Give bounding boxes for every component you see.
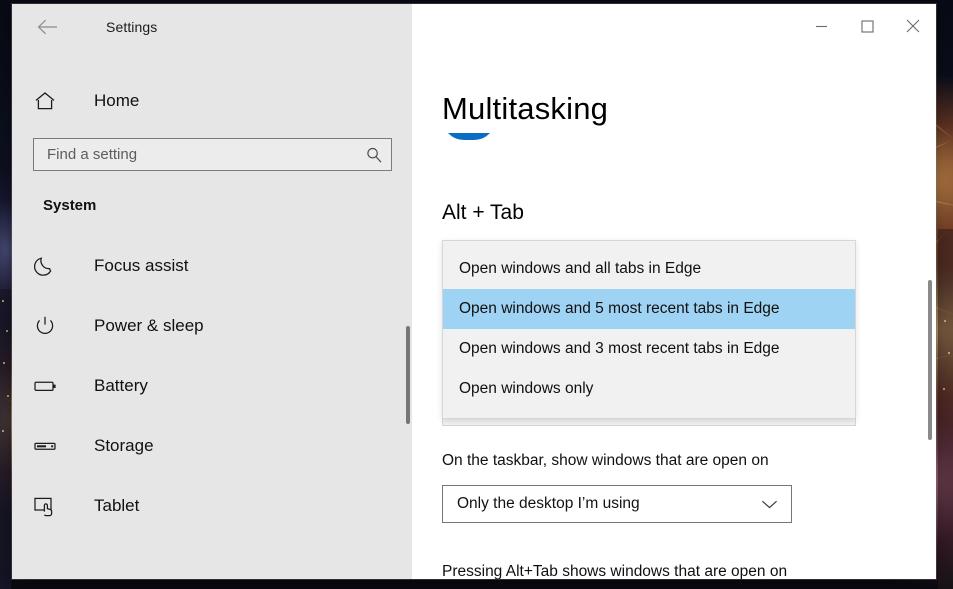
sidebar-item-battery[interactable]: Battery <box>12 356 412 416</box>
maximize-button[interactable] <box>844 4 890 48</box>
content-scrollbar-thumb[interactable] <box>928 280 932 440</box>
search-box[interactable] <box>33 138 392 171</box>
sidebar-item-label: Power & sleep <box>94 316 204 335</box>
tablet-touch-icon <box>34 495 68 517</box>
search-button[interactable] <box>357 139 391 170</box>
taskbar-combobox[interactable]: Only the desktop I’m using <box>442 485 792 523</box>
battery-icon <box>34 377 68 395</box>
search-icon <box>367 147 382 163</box>
sidebar-item-focus-assist[interactable]: Focus assist <box>12 236 412 296</box>
moon-icon <box>34 255 68 277</box>
storage-drive-icon <box>34 437 68 455</box>
back-arrow-icon <box>37 19 57 35</box>
sidebar-item-label: Focus assist <box>94 256 189 275</box>
alt-tab-option-selected[interactable]: Open windows and 5 most recent tabs in E… <box>443 289 855 329</box>
alt-tab-section-heading: Alt + Tab <box>442 201 524 224</box>
alt-tab-option[interactable]: Open windows and all tabs in Edge <box>443 249 855 289</box>
alt-tab-option[interactable]: Open windows and 3 most recent tabs in E… <box>443 329 855 369</box>
sidebar-item-label: Tablet <box>94 496 140 515</box>
taskbar-setting-label: On the taskbar, show windows that are op… <box>442 452 769 469</box>
taskbar-combobox-value: Only the desktop I’m using <box>457 495 640 512</box>
close-icon <box>906 19 920 33</box>
content-scrollbar[interactable] <box>922 4 936 579</box>
minimize-icon <box>815 25 827 27</box>
sidebar-group-title: System <box>43 197 97 214</box>
window-controls <box>798 4 936 48</box>
maximize-icon <box>860 19 874 33</box>
screen: Settings Home Find a setting System Focu… <box>0 0 953 589</box>
sidebar-item-list: Focus assist Power & sleep Battery Stora… <box>12 236 412 536</box>
alt-tab-dropdown-list[interactable]: Open windows and all tabs in Edge Open w… <box>442 240 856 419</box>
sidebar-item-label: Battery <box>94 376 148 395</box>
sidebar-item-home-label: Home <box>94 91 140 110</box>
settings-content-pane: On Multitasking Alt + Tab Open windows a… <box>412 4 936 579</box>
window-title: Settings <box>106 19 158 35</box>
sidebar-item-storage[interactable]: Storage <box>12 416 412 476</box>
page-title: Multitasking <box>442 88 609 133</box>
alt-tab-description-label: Pressing Alt+Tab shows windows that are … <box>442 563 788 579</box>
sidebar-item-power-and-sleep[interactable]: Power & sleep <box>12 296 412 356</box>
search-input[interactable] <box>34 146 357 163</box>
alt-tab-option[interactable]: Open windows only <box>443 369 855 409</box>
power-icon <box>34 315 68 337</box>
sidebar-item-home[interactable]: Home <box>12 80 412 122</box>
sidebar-item-label: Storage <box>94 436 154 455</box>
chevron-down-icon <box>761 500 778 508</box>
minimize-button[interactable] <box>798 4 844 48</box>
settings-window: Settings Home Find a setting System Focu… <box>12 4 936 579</box>
navigation-header: Settings <box>12 4 412 50</box>
close-button[interactable] <box>890 4 936 48</box>
sidebar-scrollbar[interactable] <box>406 326 410 424</box>
sidebar-item-tablet[interactable]: Tablet <box>12 476 412 536</box>
settings-navigation-pane: Settings Home Find a setting System Focu… <box>12 4 412 579</box>
home-icon <box>34 91 68 111</box>
back-button[interactable] <box>30 12 64 42</box>
